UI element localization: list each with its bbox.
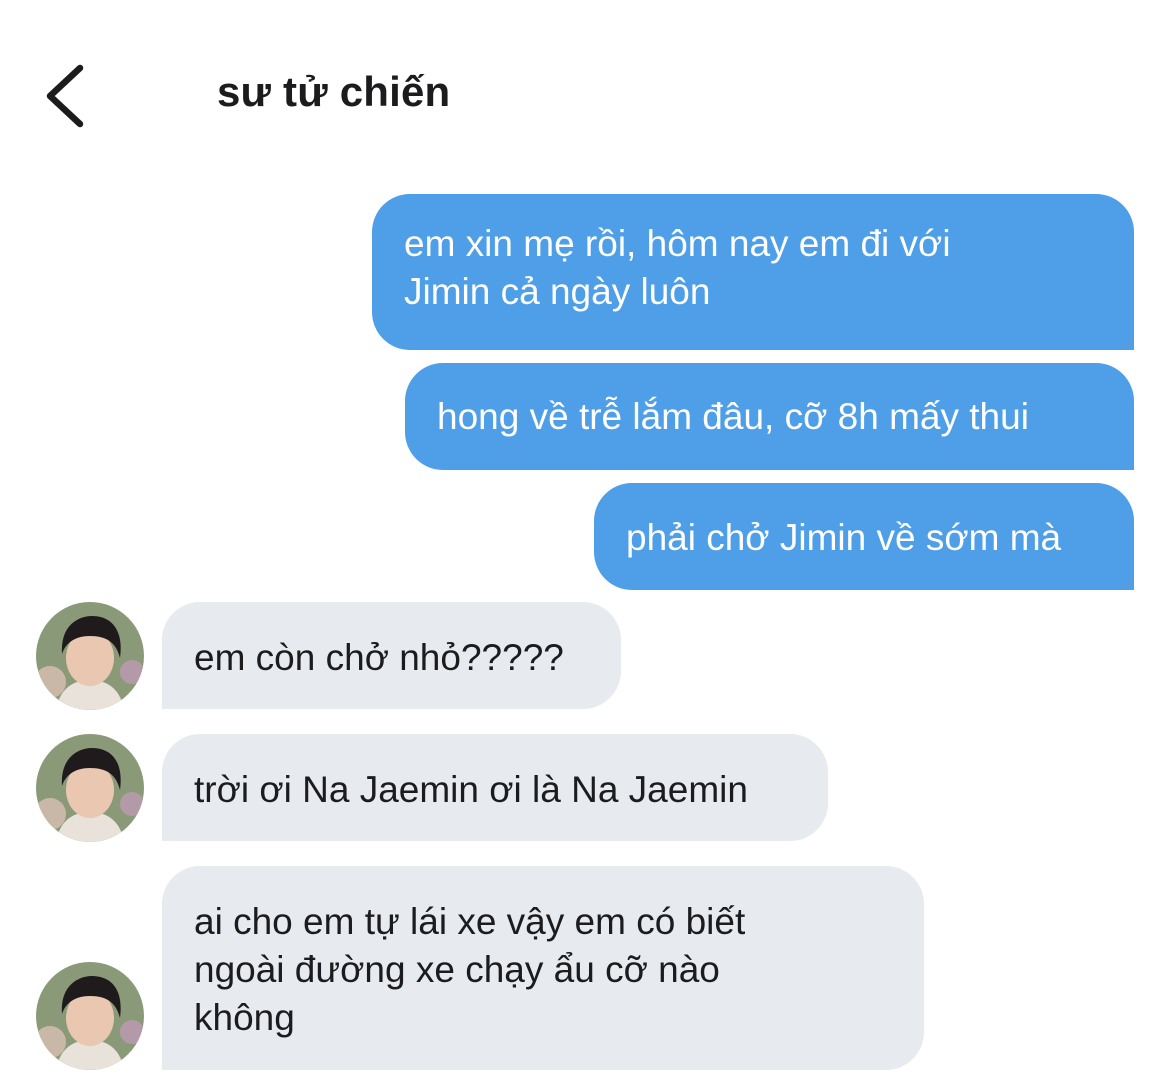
contact-avatar[interactable] bbox=[36, 962, 144, 1070]
chevron-left-icon bbox=[34, 58, 94, 134]
contact-avatar[interactable] bbox=[36, 602, 144, 710]
received-message[interactable]: trời ơi Na Jaemin ơi là Na Jaemin bbox=[162, 734, 828, 841]
received-message[interactable]: em còn chở nhỏ????? bbox=[162, 602, 621, 709]
received-message[interactable]: ai cho em tự lái xe vậy em có biết ngoài… bbox=[162, 866, 924, 1070]
back-button[interactable] bbox=[34, 58, 94, 134]
sent-message[interactable]: phải chở Jimin về sớm mà bbox=[594, 483, 1134, 590]
chat-title: sư tử chiến bbox=[217, 68, 451, 115]
chat-header: sư tử chiến bbox=[0, 0, 1169, 190]
sent-message[interactable]: hong về trễ lắm đâu, cỡ 8h mấy thui bbox=[405, 363, 1134, 470]
sent-message[interactable]: em xin mẹ rồi, hôm nay em đi với Jimin c… bbox=[372, 194, 1134, 350]
contact-avatar[interactable] bbox=[36, 734, 144, 842]
